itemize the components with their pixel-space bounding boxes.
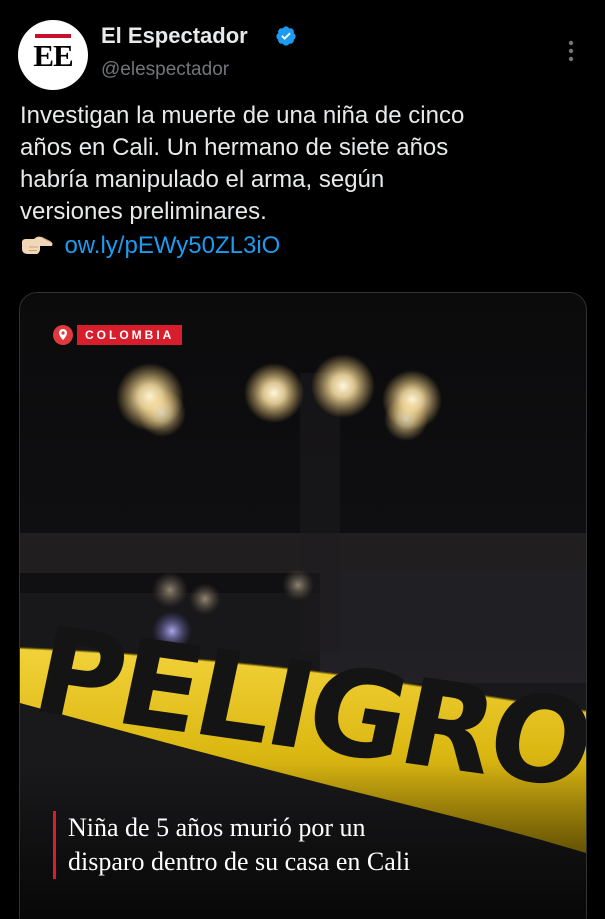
tweet-link-line: ow.ly/pEWy50ZL3iO	[20, 232, 280, 266]
avatar-logo-text: EE	[33, 38, 73, 73]
tweet-text-line: habría manipulado el arma, según	[20, 166, 385, 193]
headline-line: disparo dentro de su casa en Cali	[68, 847, 411, 876]
tweet-text-line: versiones preliminares.	[20, 198, 267, 225]
headline-line: Niña de 5 años murió por un	[68, 813, 366, 842]
article-card[interactable]: PELIGRO COLOMBIA Niña de 5 años murió po…	[19, 292, 587, 919]
more-options-icon[interactable]	[560, 38, 582, 64]
article-headline[interactable]: Niña de 5 años murió por un disparo dent…	[53, 811, 568, 879]
tweet-link[interactable]: ow.ly/pEWy50ZL3iO	[64, 232, 280, 260]
verified-badge-icon	[276, 26, 296, 46]
tweet-text: Investigan la muerte de una niña de cinc…	[20, 100, 590, 228]
section-badge: COLOMBIA	[53, 325, 183, 345]
location-pin-icon	[53, 325, 73, 345]
account-handle[interactable]: @elespectador	[101, 59, 229, 81]
tweet-text-line: años en Cali. Un hermano de siete años	[20, 134, 449, 161]
section-label: COLOMBIA	[77, 325, 183, 345]
pointing-right-hand-icon	[22, 236, 53, 254]
avatar[interactable]: EE	[18, 20, 88, 90]
tweet-text-line: Investigan la muerte de una niña de cinc…	[20, 102, 465, 129]
display-name[interactable]: El Espectador	[101, 23, 248, 49]
